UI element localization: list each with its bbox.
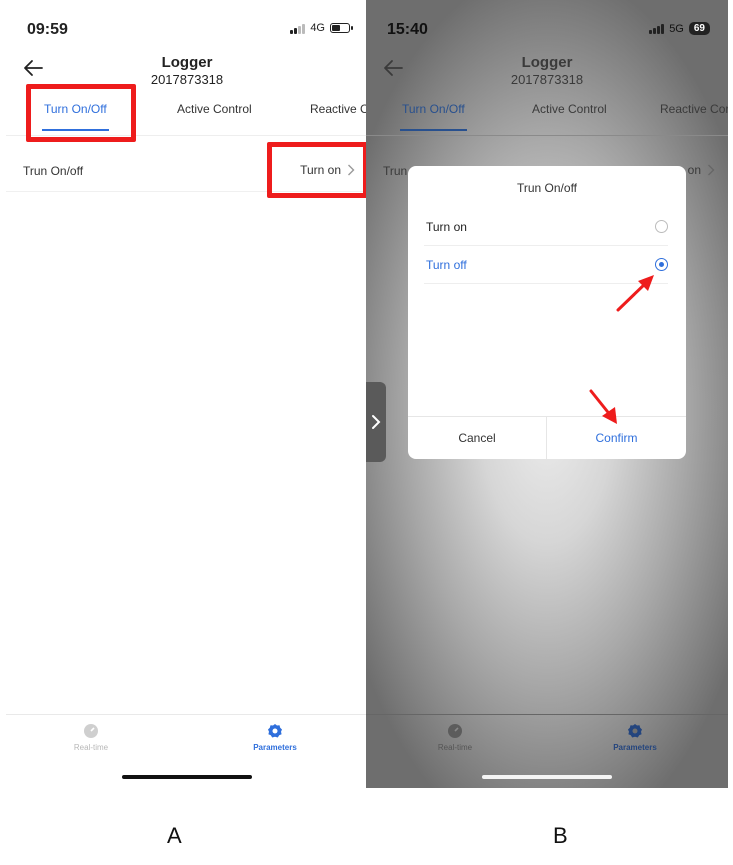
status-indicators: 4G	[290, 22, 353, 34]
status-time: 09:59	[27, 21, 68, 38]
nav-label-real-time: Real-time	[73, 743, 109, 752]
gear-icon	[268, 724, 282, 738]
chevron-right-icon	[372, 415, 381, 429]
tab-reactive-control[interactable]: Reactive Cor	[660, 102, 728, 116]
highlight-box-value	[267, 142, 368, 198]
signal-icon	[290, 23, 306, 34]
device-serial: 2017873318	[510, 72, 584, 87]
screen-a: 09:59 4G Logger 2017873318 Turn On/Off A…	[6, 0, 368, 788]
caption-b: B	[553, 823, 568, 848]
dialog-title: Trun On/off	[516, 181, 578, 195]
battery-icon	[330, 23, 353, 33]
battery-level: 69	[688, 22, 710, 35]
nav-item-real-time[interactable]: Real-time	[46, 723, 136, 752]
home-indicator[interactable]	[482, 775, 612, 779]
status-indicators: 5G 69	[649, 22, 710, 35]
bottom-nav: Real-time Parameters	[6, 714, 368, 788]
tab-underline	[400, 129, 467, 131]
option-turn-on[interactable]: Turn on	[424, 208, 668, 246]
dialog-actions: Cancel Confirm	[408, 416, 686, 459]
nav-item-parameters[interactable]: Parameters	[590, 723, 680, 752]
status-bar: 09:59 4G	[6, 0, 368, 44]
radio-checked[interactable]	[655, 258, 668, 271]
chevron-right-icon	[708, 164, 715, 176]
tab-bar: Turn On/Off Active Control Reactive Cor	[366, 90, 728, 136]
nav-label-parameters: Parameters	[613, 743, 657, 752]
nav-item-parameters[interactable]: Parameters	[230, 723, 320, 752]
caption-a: A	[167, 823, 182, 848]
option-label: Turn on	[426, 220, 467, 234]
gauge-icon	[84, 724, 98, 738]
side-drawer-handle[interactable]	[366, 382, 386, 462]
nav-label-real-time: Real-time	[437, 743, 473, 752]
tab-active-control[interactable]: Active Control	[532, 102, 607, 116]
screen-b: 15:40 5G 69 Logger 2017873318 Turn On/Of…	[366, 0, 728, 788]
nav-label-parameters: Parameters	[253, 743, 297, 752]
page-title: Logger	[521, 54, 573, 71]
gear-icon	[628, 724, 642, 738]
setting-label: Trun On/off	[23, 164, 84, 178]
tab-reactive-control[interactable]: Reactive C	[310, 102, 368, 116]
cancel-button[interactable]: Cancel	[408, 417, 547, 459]
nav-item-real-time[interactable]: Real-time	[410, 723, 500, 752]
tab-active-control[interactable]: Active Control	[177, 102, 252, 116]
gauge-icon	[448, 724, 462, 738]
setting-value-partial[interactable]: on	[688, 163, 715, 177]
nav-bar: Logger 2017873318	[366, 46, 728, 90]
highlight-box-tab	[26, 84, 136, 142]
option-label: Turn off	[426, 258, 467, 272]
network-type: 4G	[310, 22, 325, 34]
setting-value-text: on	[687, 163, 701, 177]
status-time: 15:40	[387, 21, 428, 38]
tab-turn-on-off[interactable]: Turn On/Off	[402, 102, 465, 116]
bottom-nav: Real-time Parameters	[366, 714, 728, 788]
annotation-arrow-confirm	[589, 389, 617, 424]
status-bar: 15:40 5G 69	[366, 0, 728, 44]
annotation-arrow-radio	[616, 275, 654, 312]
signal-icon	[649, 23, 665, 34]
network-type: 5G	[669, 22, 684, 35]
radio-unchecked[interactable]	[655, 220, 668, 233]
page-title: Logger	[161, 54, 213, 71]
home-indicator[interactable]	[122, 775, 252, 779]
